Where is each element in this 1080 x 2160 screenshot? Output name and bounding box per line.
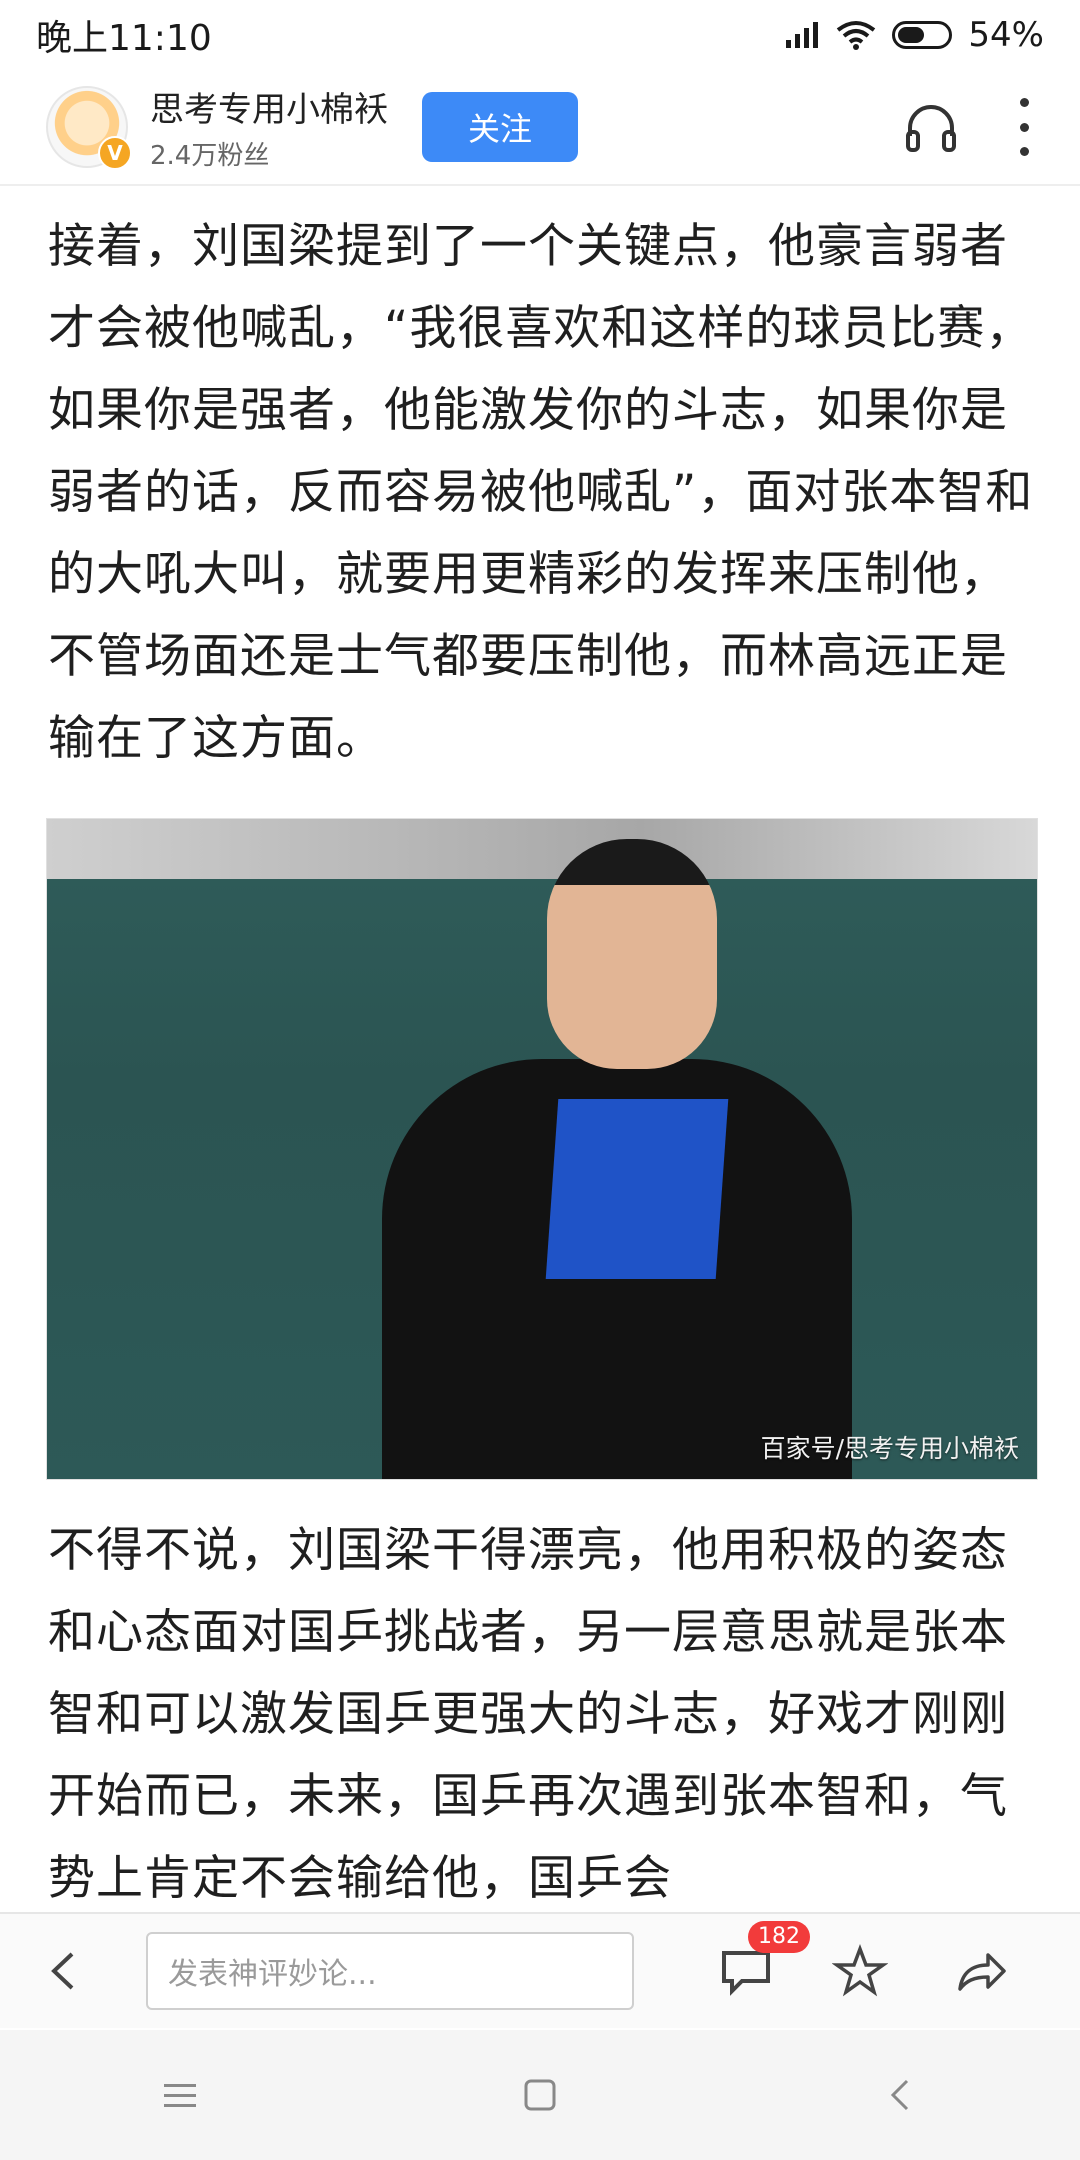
image-person-shirt	[545, 1099, 729, 1279]
status-time: 晚上11:10	[36, 18, 212, 59]
status-bar: 晚上11:10 54%	[0, 0, 1080, 70]
wifi-icon	[837, 21, 876, 50]
image-watermark: 百家号/思考专用小棉袄	[760, 1434, 1019, 1463]
battery-icon	[892, 21, 953, 49]
comment-input[interactable]: 发表神评妙论...	[146, 1932, 634, 2010]
headphone-icon[interactable]	[902, 98, 960, 156]
star-icon[interactable]	[832, 1943, 888, 1999]
verified-badge: V	[98, 136, 132, 170]
author-header: V 思考专用小棉袄 2.4万粉丝 关注	[0, 70, 1080, 186]
article-paragraph-2: 不得不说，刘国梁干得漂亮，他用积极的姿态和心态面对国乒挑战者，另一层意思就是张本…	[48, 1523, 1008, 1906]
comments-button[interactable]: 182	[718, 1921, 810, 1999]
follow-button[interactable]: 关注	[422, 92, 578, 162]
nav-back-icon[interactable]	[870, 2065, 930, 2125]
back-arrow-icon[interactable]	[40, 1946, 90, 1996]
status-icons: 54%	[784, 15, 1044, 55]
home-icon[interactable]	[510, 2065, 570, 2125]
image-person-head	[547, 839, 717, 1069]
article-paragraph-1: 接着，刘国梁提到了一个关键点，他豪言弱者才会被他喊乱，“我很喜欢和这样的球员比赛…	[48, 219, 1034, 766]
article-image[interactable]: 百家号/思考专用小棉袄	[46, 818, 1038, 1480]
image-background-banner	[47, 819, 1037, 879]
author-info: 思考专用小棉袄 2.4万粉丝	[150, 82, 388, 172]
comment-count-badge: 182	[748, 1921, 810, 1953]
comment-toolbar: 发表神评妙论... 182	[0, 1912, 1080, 2028]
menu-icon[interactable]	[150, 2065, 210, 2125]
system-nav-bar	[0, 2030, 1080, 2160]
more-vertical-icon[interactable]	[1014, 98, 1034, 156]
author-fans: 2.4万粉丝	[150, 141, 270, 171]
battery-level	[898, 27, 925, 43]
battery-percent: 54%	[968, 15, 1044, 55]
share-icon[interactable]	[952, 1943, 1008, 1999]
signal-icon	[786, 22, 819, 48]
author-name[interactable]: 思考专用小棉袄	[150, 82, 388, 131]
avatar[interactable]: V	[46, 86, 132, 170]
